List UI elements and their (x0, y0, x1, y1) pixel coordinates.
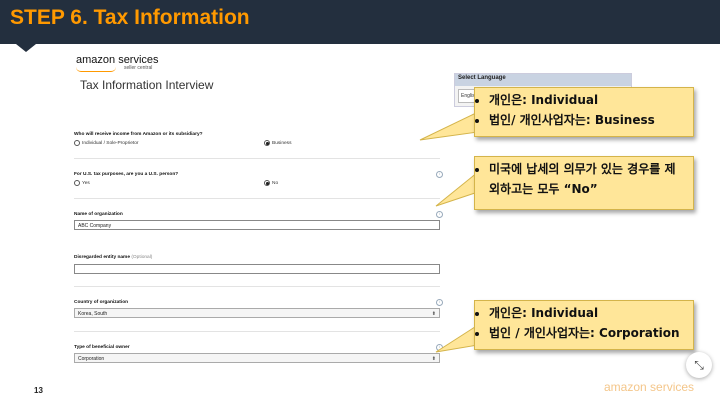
footer-brand: amazon services (604, 380, 695, 394)
callout-us-person: 미국에 납세의 의무가 있는 경우를 제외하고는 모두 “No” (474, 156, 694, 210)
callout-income-recipient: 개인은: Individual 법인/ 개인사업자는: Business (474, 87, 694, 137)
callout-beneficial-owner: 개인은: Individual 법인 / 개인사업자는: Corporation (474, 300, 694, 350)
callout-3-line-1: 개인은: Individual (489, 303, 693, 323)
page-number: 13 (34, 386, 43, 395)
collapse-icon[interactable]: ⤡ (686, 352, 712, 378)
callout-pointer-3 (435, 324, 479, 353)
callout-1-line-1: 개인은: Individual (489, 90, 693, 110)
callout-2-line-1: 미국에 납세의 의무가 있는 경우를 제외하고는 모두 “No” (489, 159, 693, 199)
callout-pointer-2 (435, 170, 479, 207)
callout-3-line-2: 법인 / 개인사업자는: Corporation (489, 323, 693, 343)
callout-1-line-2: 법인/ 개인사업자는: Business (489, 110, 693, 130)
callout-pointer-1 (419, 111, 479, 141)
